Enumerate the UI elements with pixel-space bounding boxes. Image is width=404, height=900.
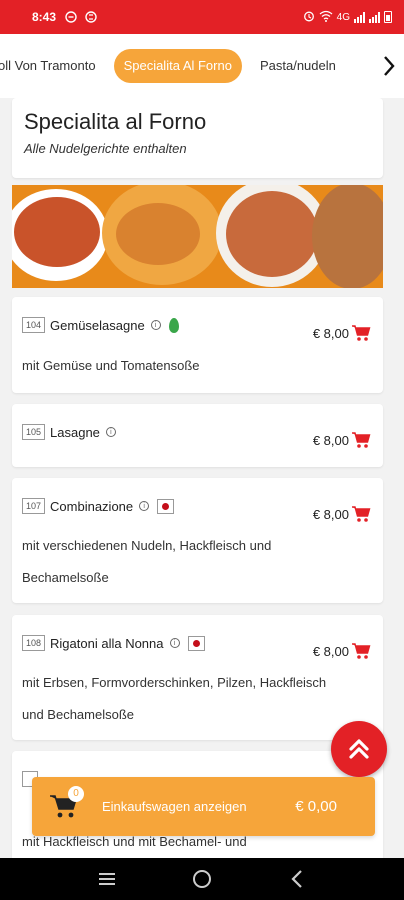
app-notification-icon xyxy=(84,10,98,24)
item-header: 104 Gemüselasagne i xyxy=(22,317,179,333)
chevron-right-icon[interactable] xyxy=(374,34,404,98)
notification-icon xyxy=(64,10,78,24)
cart-total: € 0,00 xyxy=(295,798,337,815)
add-to-cart-icon[interactable] xyxy=(351,431,371,449)
menu-item-108[interactable]: 108 Rigatoni alla Nonna i € 8,00 mit Erb… xyxy=(12,615,383,740)
menu-item-105[interactable]: 105 Lasagne i € 8,00 xyxy=(12,404,383,467)
add-to-cart-icon[interactable] xyxy=(351,642,371,660)
view-cart-label: Einkaufswagen anzeigen xyxy=(102,799,247,814)
status-time: 8:43 xyxy=(32,10,57,24)
view-cart-button[interactable]: 0 Einkaufswagen anzeigen € 0,00 xyxy=(32,777,375,836)
section-header: Specialita al Forno Alle Nudelgerichte e… xyxy=(12,98,383,178)
battery-icon xyxy=(384,11,392,23)
item-number: 105 xyxy=(22,424,46,440)
item-header: 105 Lasagne i xyxy=(22,424,116,440)
item-description-line: mit verschiedenen Nudeln, Hackfleisch un… xyxy=(22,538,272,553)
section-title: Specialita al Forno xyxy=(24,109,207,134)
item-description: mit verschiedenen Nudeln, Hackfleisch un… xyxy=(22,530,373,594)
status-bar: 8:43 4G xyxy=(0,0,404,34)
tab-pasta-nudeln[interactable]: Pasta/nudeln xyxy=(250,49,346,83)
app-screen: 8:43 4G oll Von Tramonto Specialita Al F… xyxy=(0,0,404,900)
item-price: € 8,00 xyxy=(312,507,349,522)
item-price: € 8,00 xyxy=(312,644,349,659)
item-description-line: und Bechamelsoße xyxy=(22,707,135,722)
flag-icon xyxy=(157,498,175,514)
status-right: 4G xyxy=(303,10,392,25)
system-nav-bar xyxy=(0,858,404,900)
item-price: € 8,00 xyxy=(312,326,349,341)
item-price: € 8,00 xyxy=(312,433,349,448)
item-header: 107 Combinazione i xyxy=(22,498,175,514)
section-subtitle: Alle Nudelgerichte enthalten xyxy=(24,141,187,156)
item-description: mit Erbsen, Formvorderschinken, Pilzen, … xyxy=(22,667,373,731)
item-name: Combinazione xyxy=(50,498,134,514)
network-type: 4G xyxy=(336,11,350,23)
cart-icon: 0 xyxy=(48,785,84,822)
menu-item-104[interactable]: 104 Gemüselasagne i € 8,00 mit Gemüse un… xyxy=(12,297,383,393)
info-icon[interactable]: i xyxy=(105,427,116,437)
info-icon[interactable]: i xyxy=(150,320,161,330)
info-icon[interactable]: i xyxy=(139,501,150,511)
tab-roll-von-tramonto[interactable]: oll Von Tramonto xyxy=(0,49,106,83)
item-name: Gemüselasagne xyxy=(50,317,145,333)
cart-count-badge: 0 xyxy=(68,785,84,802)
item-description: mit Gemüse und Tomatensoße xyxy=(22,358,200,373)
scroll-to-top-button[interactable] xyxy=(331,721,387,777)
leaf-icon xyxy=(168,317,179,333)
double-chevron-up-icon xyxy=(349,739,369,759)
recent-apps-icon[interactable] xyxy=(95,867,119,891)
home-icon[interactable] xyxy=(190,867,214,891)
item-description-line: mit Erbsen, Formvorderschinken, Pilzen, … xyxy=(22,675,327,690)
menu-item-107[interactable]: 107 Combinazione i € 8,00 mit verschiede… xyxy=(12,478,383,603)
item-name: Lasagne xyxy=(50,424,100,440)
flag-icon xyxy=(187,635,205,651)
add-to-cart-icon[interactable] xyxy=(351,324,371,342)
item-name: Rigatoni alla Nonna xyxy=(50,635,164,651)
item-header: 108 Rigatoni alla Nonna i xyxy=(22,635,205,651)
item-description-line: Bechamelsoße xyxy=(22,570,109,585)
signal-icon-2 xyxy=(369,11,380,23)
tab-specialita-al-forno[interactable]: Specialita Al Forno xyxy=(113,49,242,83)
alarm-icon xyxy=(303,10,315,25)
section-banner-image xyxy=(12,185,383,288)
item-number: 104 xyxy=(22,317,46,333)
wifi-icon xyxy=(319,10,333,25)
add-to-cart-icon[interactable] xyxy=(351,505,371,523)
category-tabs: oll Von Tramonto Specialita Al Forno Pas… xyxy=(0,34,404,98)
info-icon[interactable]: i xyxy=(169,638,180,648)
item-number: 107 xyxy=(22,498,46,514)
signal-icon xyxy=(354,11,365,23)
item-number: 108 xyxy=(22,635,46,651)
back-icon[interactable] xyxy=(285,867,309,891)
